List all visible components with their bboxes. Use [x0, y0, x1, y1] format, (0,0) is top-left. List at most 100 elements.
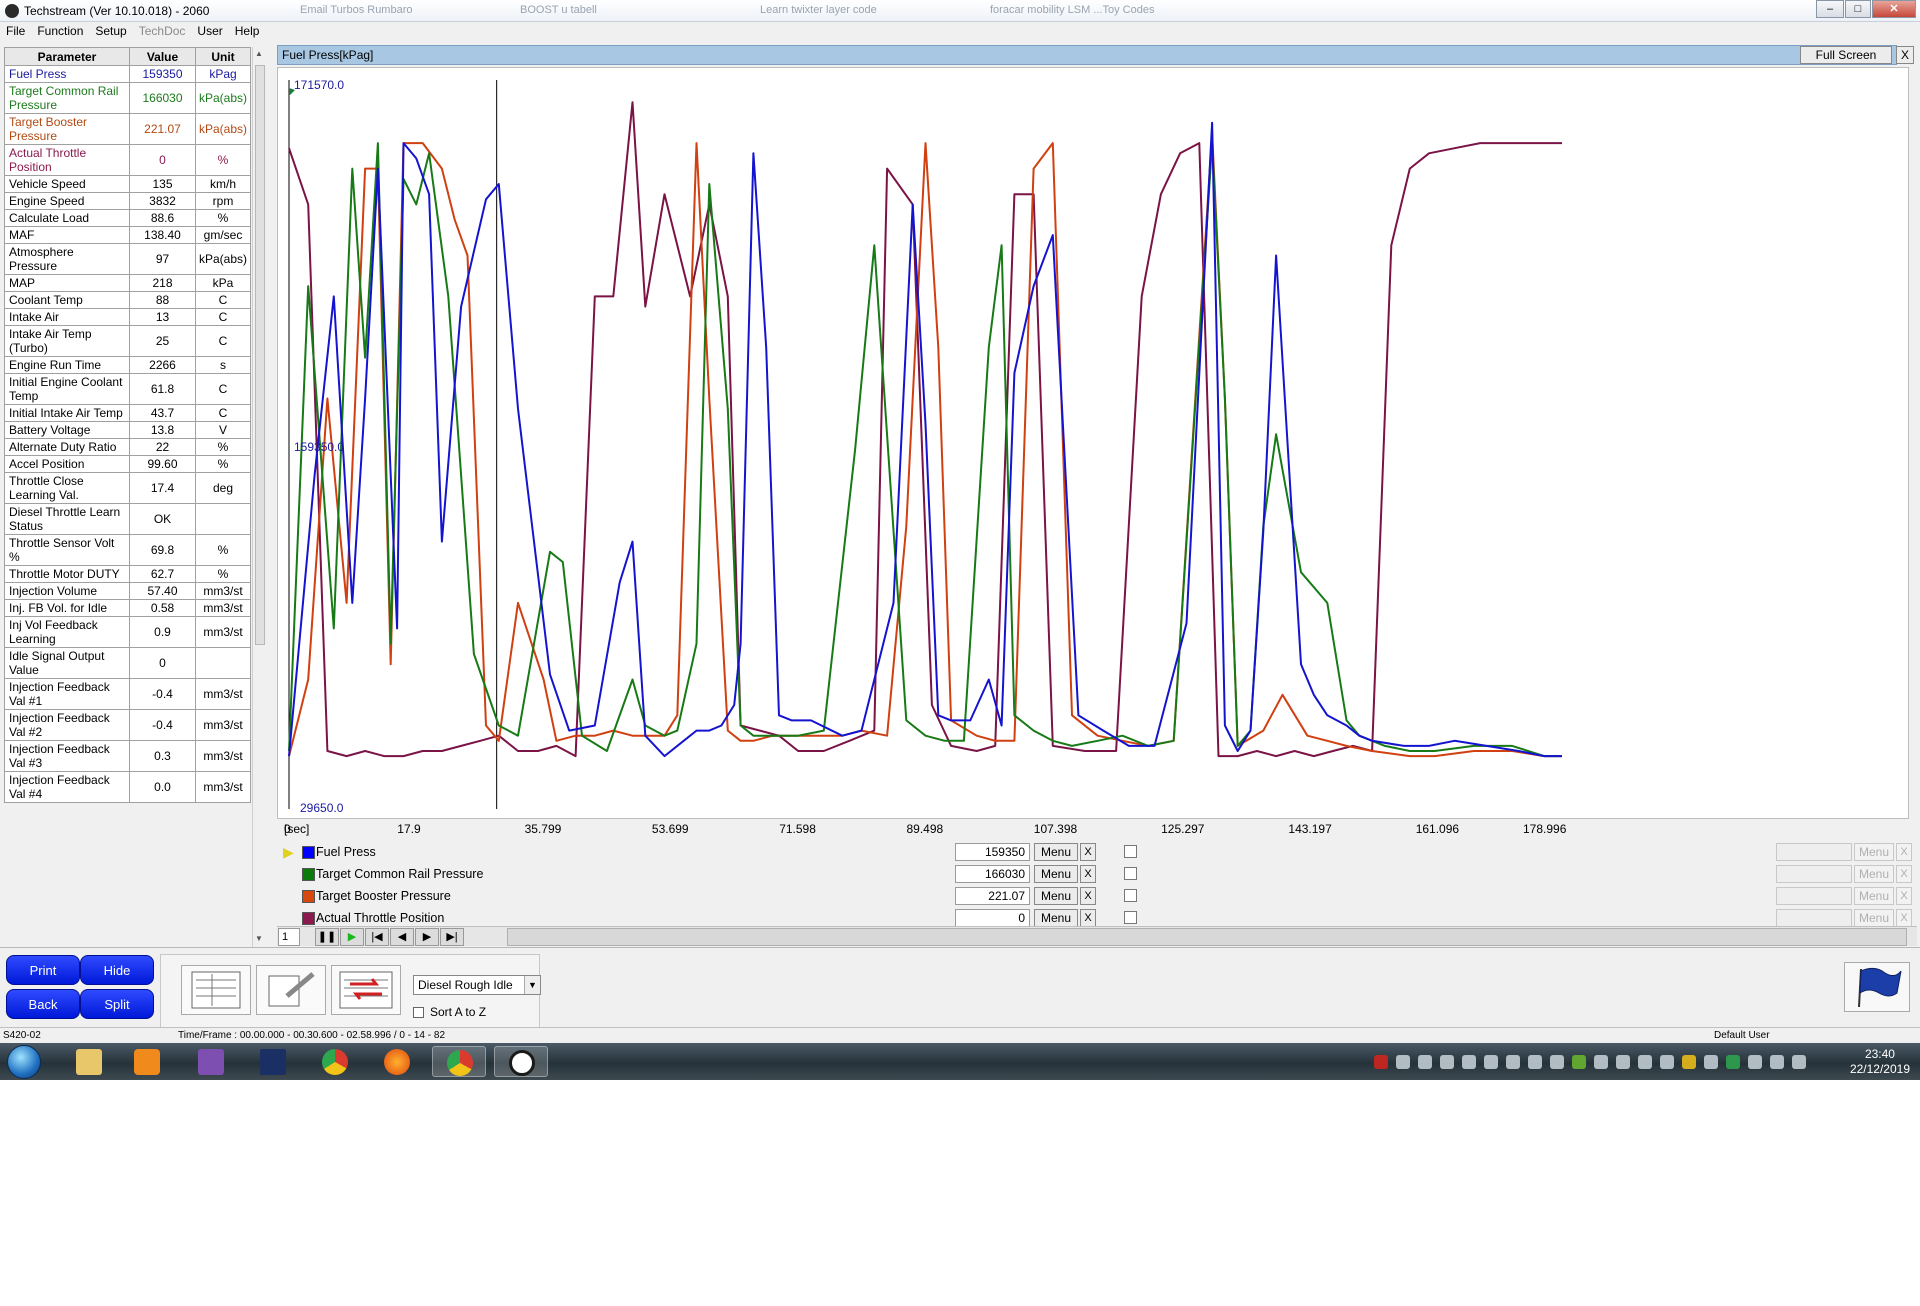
secondary-menu-button[interactable]: Menu: [1854, 887, 1894, 905]
tray-monitor-icon[interactable]: [1550, 1055, 1564, 1069]
legend-row[interactable]: Actual Throttle Position 0 Menu X Menu X: [0, 909, 1920, 927]
legend-row[interactable]: Target Booster Pressure 221.07 Menu X Menu X: [0, 887, 1920, 905]
close-window-button[interactable]: ✕: [1872, 0, 1916, 18]
legend-remove-button[interactable]: X: [1080, 909, 1096, 927]
scroll-thumb[interactable]: [255, 65, 265, 645]
scroll-up-icon[interactable]: ▲: [255, 49, 263, 58]
secondary-menu-button[interactable]: Menu: [1854, 909, 1894, 927]
full-screen-button[interactable]: Full Screen: [1800, 46, 1892, 64]
table-row[interactable]: Engine Speed 3832 rpm: [4, 192, 251, 210]
table-row[interactable]: Coolant Temp 88 C: [4, 291, 251, 309]
secondary-remove-button[interactable]: X: [1896, 887, 1912, 905]
split-button[interactable]: Split: [80, 989, 154, 1019]
menu-techdoc[interactable]: TechDoc: [133, 22, 192, 40]
secondary-remove-button[interactable]: X: [1896, 865, 1912, 883]
table-row[interactable]: Inj Vol Feedback Learning 0.9 mm3/st: [4, 616, 251, 648]
tray-e-icon[interactable]: [1374, 1055, 1388, 1069]
table-row[interactable]: Intake Air Temp (Turbo) 25 C: [4, 325, 251, 357]
first-frame-button[interactable]: |◀: [365, 928, 389, 946]
secondary-remove-button[interactable]: X: [1896, 843, 1912, 861]
graph-switch-icon[interactable]: [331, 965, 401, 1015]
secondary-menu-button[interactable]: Menu: [1854, 843, 1894, 861]
table-row[interactable]: Calculate Load 88.6%: [4, 209, 251, 227]
tray-bluetooth-icon[interactable]: [1484, 1055, 1498, 1069]
menu-file[interactable]: File: [0, 22, 31, 40]
tray-volume-icon[interactable]: [1440, 1055, 1454, 1069]
table-row[interactable]: Actual Throttle Position 0%: [4, 144, 251, 176]
pause-button[interactable]: ❚❚: [315, 928, 339, 946]
header-parameter[interactable]: Parameter: [4, 47, 130, 66]
legend-checkbox[interactable]: [1124, 867, 1137, 880]
header-value[interactable]: Value: [129, 47, 196, 66]
prev-frame-button[interactable]: ◀: [390, 928, 414, 946]
menu-setup[interactable]: Setup: [89, 22, 132, 40]
sort-checkbox[interactable]: [413, 1007, 424, 1018]
table-row[interactable]: Initial Intake Air Temp 43.7 C: [4, 404, 251, 422]
play-button[interactable]: ▶: [340, 928, 364, 946]
chevron-down-icon[interactable]: ▼: [524, 976, 540, 994]
taskbar-explorer[interactable]: [62, 1046, 116, 1077]
table-row[interactable]: Throttle Motor DUTY 62.7%: [4, 565, 251, 583]
legend-row[interactable]: ▶ Fuel Press 159350 Menu X Menu X: [0, 843, 1920, 861]
scroll-down-icon[interactable]: ▼: [255, 934, 263, 943]
tray-tools-icon[interactable]: [1506, 1055, 1520, 1069]
table-row[interactable]: Accel Position 99.60%: [4, 455, 251, 473]
tray-action-center-icon[interactable]: [1748, 1055, 1762, 1069]
table-row[interactable]: Alternate Duty Ratio 22%: [4, 438, 251, 456]
table-row[interactable]: Throttle Sensor Volt % 69.8%: [4, 534, 251, 566]
tray-printer-icon[interactable]: [1396, 1055, 1410, 1069]
start-button[interactable]: [7, 1045, 41, 1079]
legend-remove-button[interactable]: X: [1080, 843, 1096, 861]
table-row[interactable]: Throttle Close Learning Val. 17.4 deg: [4, 472, 251, 504]
header-unit[interactable]: Unit: [195, 47, 251, 66]
tray-wifi-icon[interactable]: [1594, 1055, 1608, 1069]
table-row[interactable]: Initial Engine Coolant Temp 61.8 C: [4, 373, 251, 405]
table-row[interactable]: Engine Run Time 2266 s: [4, 356, 251, 374]
legend-menu-button[interactable]: Menu: [1034, 909, 1078, 927]
taskbar-dolby[interactable]: [246, 1046, 300, 1077]
tools-icon[interactable]: [256, 965, 326, 1015]
hide-button[interactable]: Hide: [80, 955, 154, 985]
menu-function[interactable]: Function: [31, 22, 89, 40]
legend-checkbox[interactable]: [1124, 889, 1137, 902]
table-row[interactable]: Injection Volume 57.40 mm3/st: [4, 582, 251, 600]
graph-area[interactable]: [277, 67, 1909, 819]
taskbar-chrome[interactable]: [308, 1046, 362, 1077]
tray-clock-icon[interactable]: [1660, 1055, 1674, 1069]
tray-speaker-icon[interactable]: [1770, 1055, 1784, 1069]
taskbar-chrome-2[interactable]: [432, 1046, 486, 1077]
taskbar-media-player[interactable]: [120, 1046, 174, 1077]
minimize-button[interactable]: –: [1816, 0, 1844, 18]
tray-k-icon[interactable]: [1528, 1055, 1542, 1069]
table-row[interactable]: Injection Feedback Val #4 0.0 mm3/st: [4, 771, 251, 803]
legend-remove-button[interactable]: X: [1080, 887, 1096, 905]
tray-network-icon[interactable]: [1462, 1055, 1476, 1069]
table-row[interactable]: MAF 138.40 gm/sec: [4, 226, 251, 244]
flag-button[interactable]: [1844, 962, 1910, 1012]
menu-help[interactable]: Help: [229, 22, 266, 40]
taskbar-firefox[interactable]: [370, 1046, 424, 1077]
tray-nvidia-icon[interactable]: [1572, 1055, 1586, 1069]
menu-user[interactable]: User: [191, 22, 228, 40]
taskbar-clock[interactable]: 23:40 22/12/2019: [1850, 1047, 1910, 1077]
secondary-menu-button[interactable]: Menu: [1854, 865, 1894, 883]
table-row[interactable]: Inj. FB Vol. for Idle 0.58 mm3/st: [4, 599, 251, 617]
timeline-slider[interactable]: [507, 928, 1907, 946]
legend-checkbox[interactable]: [1124, 845, 1137, 858]
table-row[interactable]: Atmosphere Pressure 97 kPa(abs): [4, 243, 251, 275]
tray-disk-icon[interactable]: [1638, 1055, 1652, 1069]
procedure-dropdown[interactable]: Diesel Rough Idle ▼: [413, 975, 541, 995]
legend-checkbox[interactable]: [1124, 911, 1137, 924]
list-view-icon[interactable]: [181, 965, 251, 1015]
tray-warning-icon[interactable]: [1418, 1055, 1432, 1069]
tray-globe-icon[interactable]: [1616, 1055, 1630, 1069]
table-row[interactable]: Injection Feedback Val #3 0.3 mm3/st: [4, 740, 251, 772]
legend-remove-button[interactable]: X: [1080, 865, 1096, 883]
print-button[interactable]: Print: [6, 955, 80, 985]
table-row[interactable]: Target Booster Pressure 221.07 kPa(abs): [4, 113, 251, 145]
maximize-button[interactable]: □: [1845, 0, 1871, 18]
taskbar-techstream[interactable]: [494, 1046, 548, 1077]
frame-spinner[interactable]: 1: [278, 928, 300, 946]
table-row[interactable]: Diesel Throttle Learn Status OK: [4, 503, 251, 535]
legend-menu-button[interactable]: Menu: [1034, 887, 1078, 905]
